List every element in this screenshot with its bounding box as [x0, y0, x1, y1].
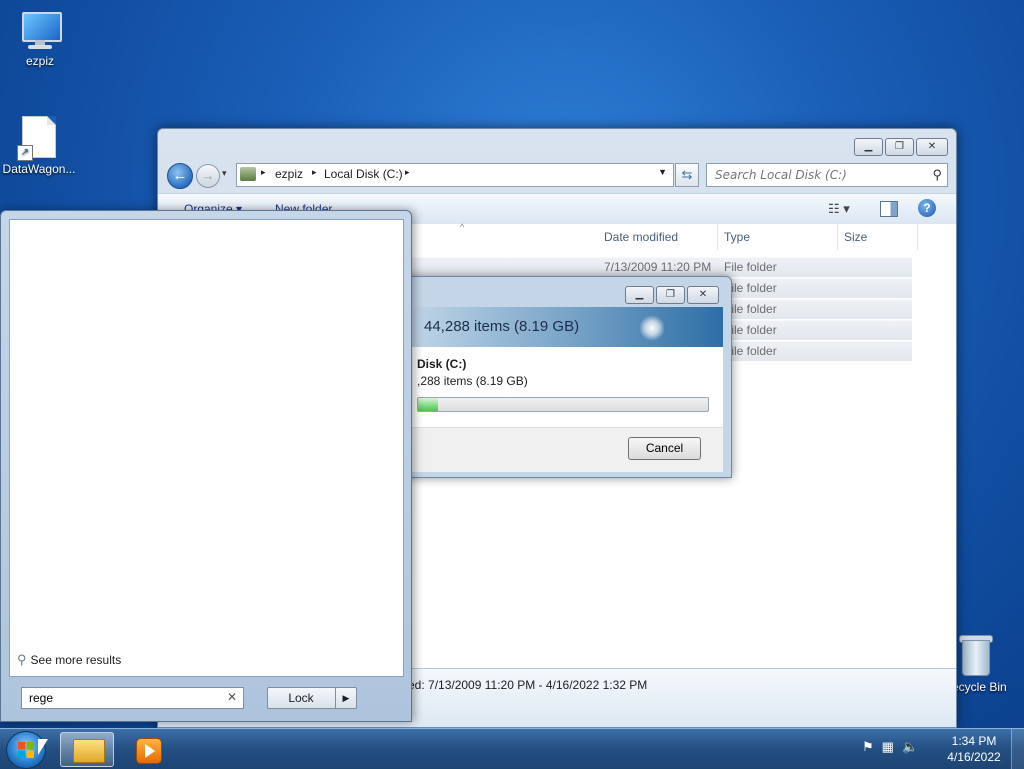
start-search-box[interactable]: ✕	[21, 687, 244, 709]
row-date: 7/13/2009 11:20 PM	[604, 260, 712, 274]
taskbar: ⚑ ▦ 🔈 1:34 PM 4/16/2022	[0, 728, 1024, 769]
clear-search-icon[interactable]: ✕	[227, 690, 237, 704]
progress-glow-icon	[639, 315, 665, 341]
volume-icon[interactable]: 🔈	[902, 739, 918, 755]
back-button[interactable]: ←	[167, 163, 193, 189]
breadcrumb-separator-icon[interactable]: ▸	[261, 167, 266, 178]
close-button[interactable]: ✕	[687, 286, 719, 304]
breadcrumb-separator-icon[interactable]: ▸	[405, 167, 410, 178]
desktop-icon-label: DataWagon...	[2, 162, 76, 176]
details-dates: ed: 7/13/2009 11:20 PM - 4/16/2022 1:32 …	[408, 678, 648, 692]
see-more-results-link[interactable]: ⚲ See more results	[17, 652, 121, 668]
taskbar-explorer-button[interactable]	[60, 732, 114, 767]
cancel-button[interactable]: Cancel	[628, 437, 701, 460]
preview-pane-icon[interactable]	[880, 201, 898, 217]
change-view-icon[interactable]: ☷ ▾	[828, 201, 850, 217]
clock[interactable]: 1:34 PM 4/16/2022	[938, 733, 1010, 765]
shortcut-file-icon: ↗	[17, 116, 56, 161]
start-menu: ⚲See more results ✕ Lock ▶	[0, 210, 412, 722]
row-type: File folder	[724, 260, 777, 274]
clock-time: 1:34 PM	[951, 734, 997, 748]
start-search-input[interactable]	[27, 690, 221, 706]
items-summary: 44,288 items (8.19 GB)	[424, 318, 580, 335]
dialog-body: Disk (C:) ,288 items (8.19 GB)	[389, 347, 723, 427]
help-icon[interactable]: ?	[918, 199, 936, 217]
maximize-button[interactable]: ❐	[885, 138, 914, 156]
action-center-flag-icon[interactable]: ⚑	[862, 739, 874, 755]
address-dropdown-icon[interactable]: ▼	[658, 167, 667, 177]
media-player-icon	[136, 738, 162, 764]
column-date-modified[interactable]: Date modified	[598, 224, 718, 250]
progress-fill	[418, 398, 439, 411]
column-size[interactable]: Size	[838, 224, 918, 250]
lock-label: Lock	[288, 691, 314, 705]
computer-icon	[18, 10, 62, 50]
dialog-banner: 44,288 items (8.19 GB)	[389, 307, 723, 347]
minimize-button[interactable]: ▁	[625, 286, 654, 304]
source-name: Disk (C:)	[417, 357, 467, 371]
clock-date: 4/16/2022	[947, 750, 1001, 764]
items-remaining: ,288 items (8.19 GB)	[417, 374, 528, 388]
navigation-bar: ← → ▾ ▸ ezpiz ▸ Local Disk (C:) ▸ ▼ ⇆ ⚲	[166, 162, 948, 189]
recycle-bin-icon	[958, 632, 993, 676]
address-bar[interactable]: ▸ ezpiz ▸ Local Disk (C:) ▸ ▼	[236, 163, 674, 187]
desktop-icon-datawagon[interactable]: ↗ DataWagon...	[1, 116, 77, 176]
search-input[interactable]	[713, 167, 917, 183]
breadcrumb-local-disk[interactable]: Local Disk (C:)	[324, 167, 403, 181]
search-results-pane	[9, 219, 404, 677]
see-more-label: See more results	[30, 653, 122, 667]
breadcrumb-separator-icon[interactable]: ▸	[312, 167, 317, 178]
window-controls: ▁ ❐ ✕	[854, 138, 948, 156]
forward-button[interactable]: →	[196, 164, 220, 188]
network-icon[interactable]: ▦	[882, 739, 894, 755]
system-tray: ⚑ ▦ 🔈	[862, 739, 918, 755]
desktop-icon-computer[interactable]: ezpiz	[2, 10, 78, 68]
refresh-button[interactable]: ⇆	[675, 163, 699, 187]
close-button[interactable]: ✕	[916, 138, 948, 156]
lock-button[interactable]: Lock ▶	[267, 687, 357, 709]
show-desktop-button[interactable]	[1011, 729, 1024, 769]
breadcrumb-ezpiz[interactable]: ezpiz	[275, 167, 303, 181]
table-row[interactable]: 7/13/2009 11:20 PM File folder	[408, 257, 912, 277]
dialog-footer: Cancel	[389, 427, 723, 472]
column-type[interactable]: Type	[718, 224, 838, 250]
dialog-window-controls: ▁ ❐ ✕	[625, 286, 719, 304]
taskbar-media-player-button[interactable]	[124, 732, 176, 765]
folder-icon	[73, 739, 105, 763]
sort-arrow-icon: ^	[460, 222, 465, 232]
power-options-arrow-icon[interactable]: ▶	[335, 688, 356, 708]
minimize-button[interactable]: ▁	[854, 138, 883, 156]
search-icon: ⚲	[932, 167, 942, 182]
windows-logo-icon	[18, 742, 34, 758]
desktop-icon-label: ezpiz	[25, 54, 54, 68]
mouse-cursor-icon	[38, 739, 48, 755]
progress-bar	[417, 397, 709, 412]
copy-progress-dialog: ▁ ❐ ✕ 44,288 items (8.19 GB) Disk (C:) ,…	[380, 276, 732, 478]
maximize-button[interactable]: ❐	[656, 286, 685, 304]
search-icon: ⚲	[17, 652, 27, 667]
search-box[interactable]: ⚲	[706, 163, 948, 187]
recent-pages-dropdown[interactable]: ▾	[222, 168, 227, 179]
computer-location-icon	[240, 167, 256, 181]
